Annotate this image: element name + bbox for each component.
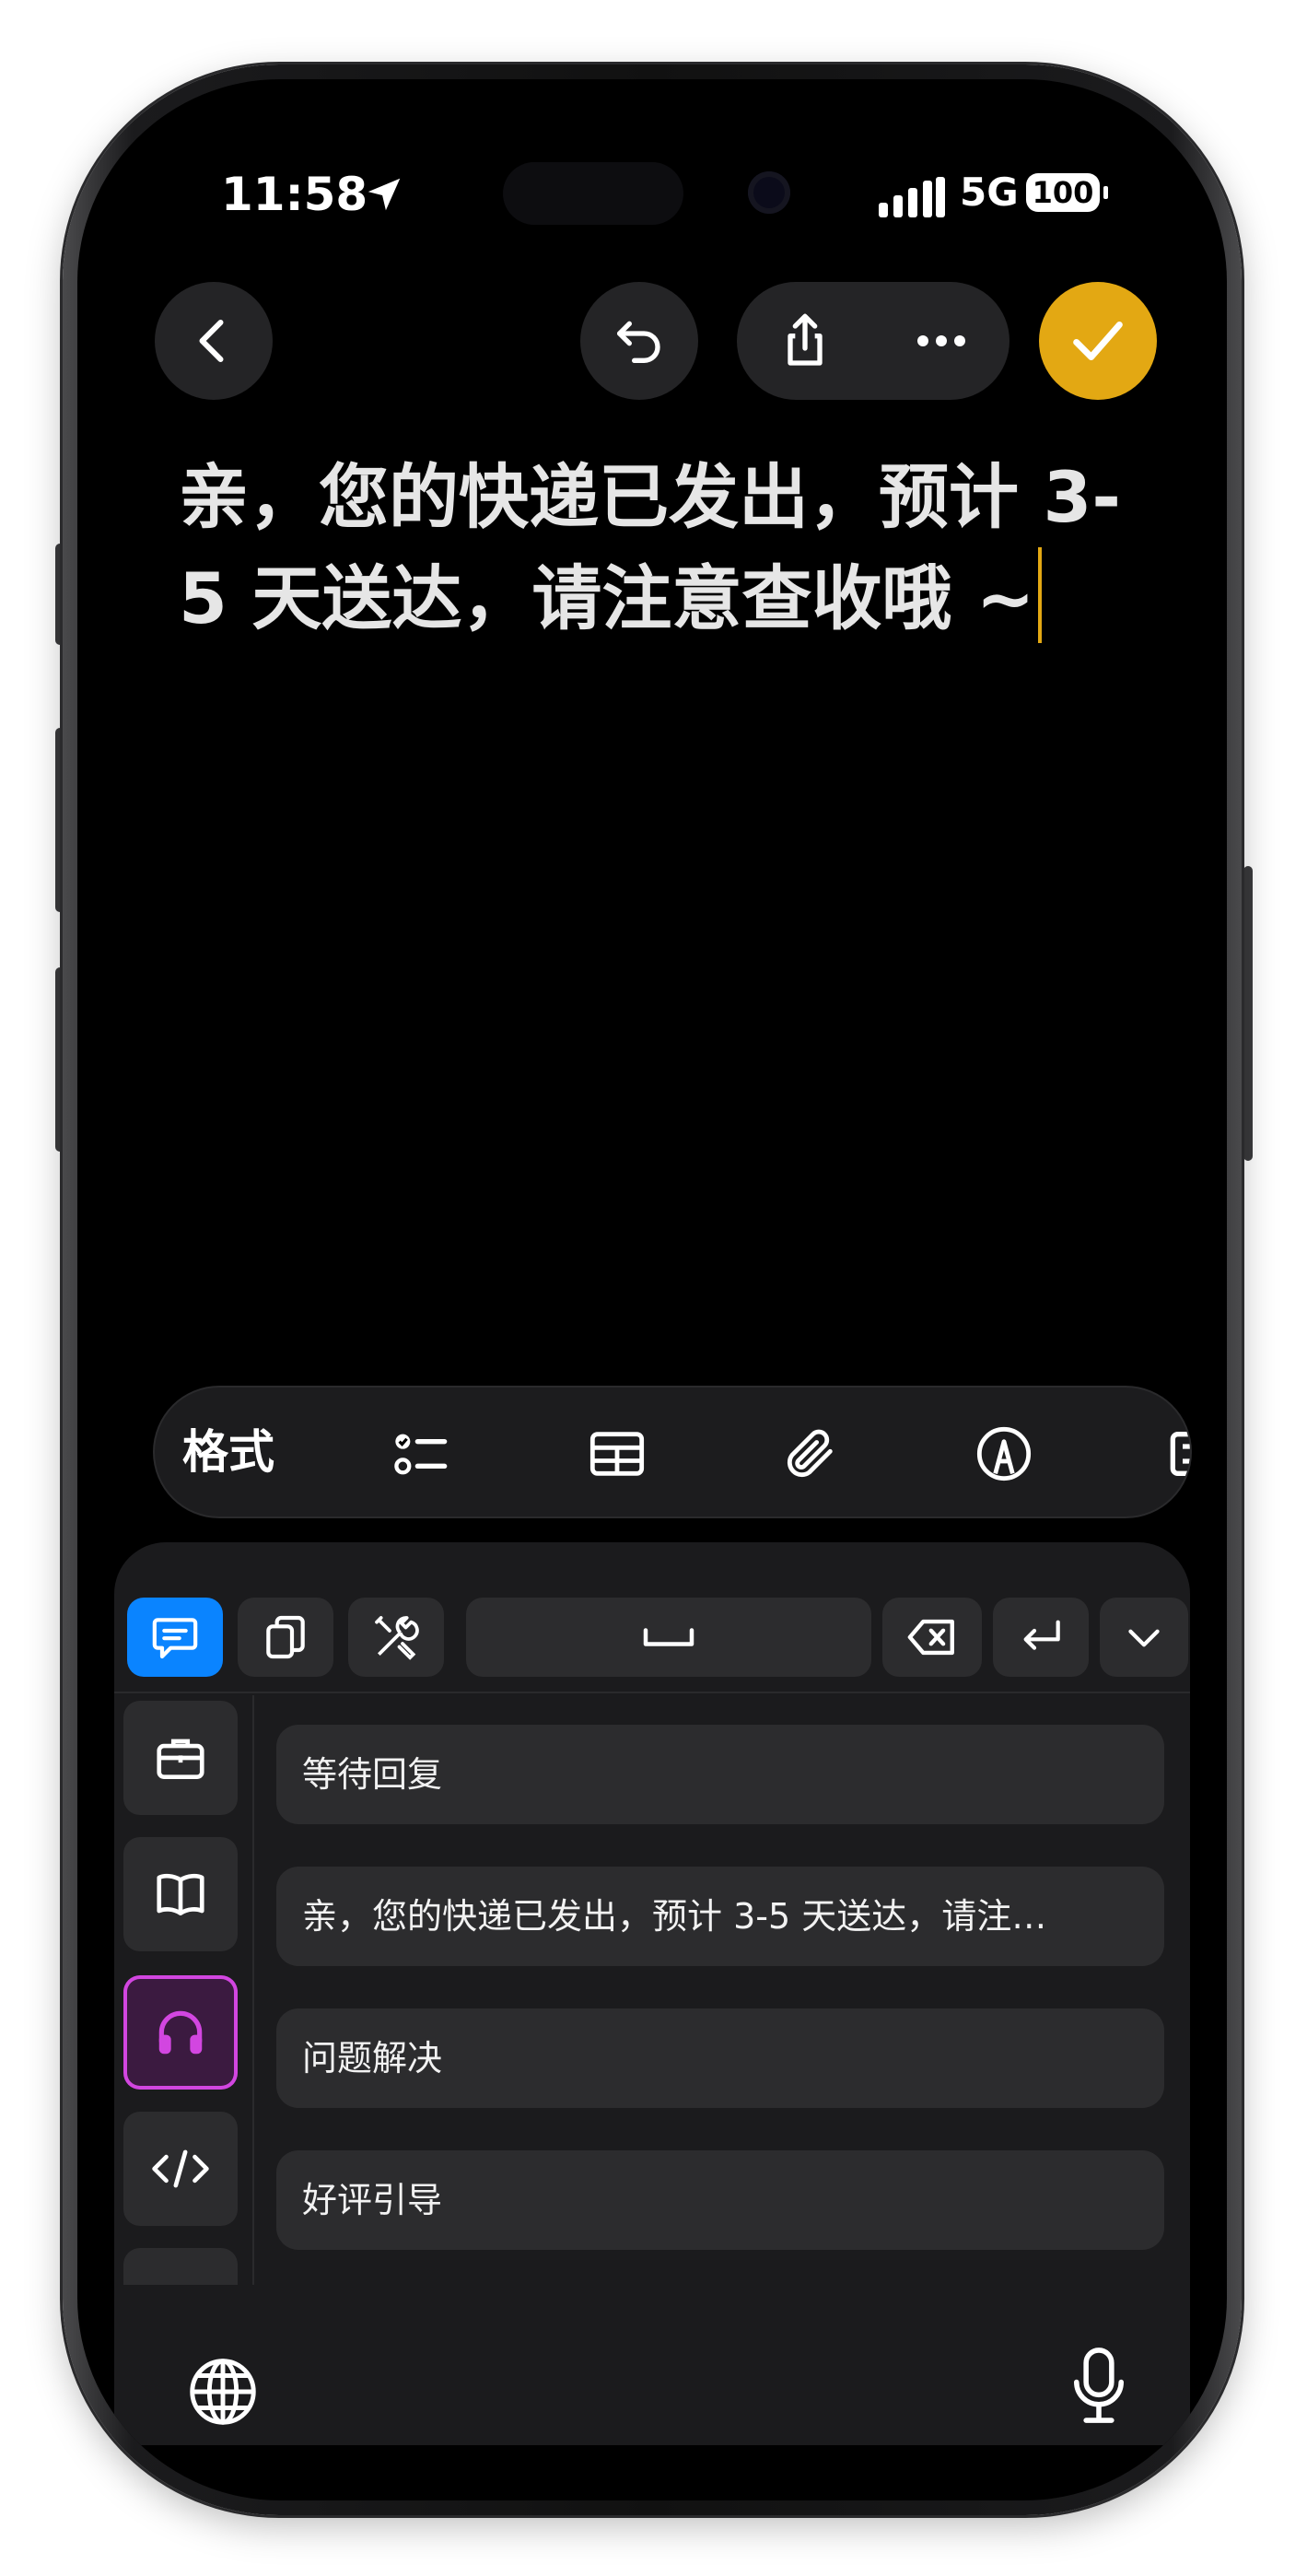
clipboard-tab[interactable] [238,1598,333,1677]
battery-indicator: 100 [1026,173,1100,212]
microphone-icon[interactable] [1067,2344,1131,2427]
code-icon [152,2149,209,2188]
category-more[interactable] [123,2248,238,2285]
category-briefcase[interactable] [123,1701,238,1815]
battery-tip [1103,186,1108,199]
share-more-group [737,282,1009,400]
chevron-left-icon [199,320,224,362]
screen: 11:58 5G 100 亲，您的快递已发出，预计 3-5 天送达，请注意查收哦… [77,79,1227,2500]
markup-pen-icon[interactable] [974,1424,1033,1483]
checkmark-icon [1073,322,1123,360]
text-cursor [1038,547,1043,643]
format-button[interactable]: 格式 [182,1388,274,1516]
format-toolbar: 格式 [155,1388,1190,1516]
note-editor[interactable]: 亲，您的快递已发出，预计 3-5 天送达，请注意查收哦 ~ [179,448,1137,649]
done-button[interactable] [1039,282,1157,400]
space-icon [643,1628,694,1646]
share-icon [788,313,823,366]
phrase-item[interactable]: 好评引导 [276,2150,1164,2250]
tools-icon [375,1616,419,1660]
paperclip-icon[interactable] [781,1424,840,1483]
ellipsis-icon [917,335,965,346]
dismiss-keyboard-button[interactable] [1100,1598,1188,1677]
location-arrow-icon [368,178,401,211]
more-button[interactable] [873,282,1009,400]
return-key[interactable] [993,1598,1089,1677]
cellular-signal-icon [879,177,945,217]
headphones-icon [158,2010,203,2055]
globe-icon[interactable] [184,2353,262,2430]
briefcase-icon [157,1739,204,1779]
return-icon [1023,1620,1060,1650]
category-code[interactable] [123,2112,238,2226]
front-camera [748,171,790,214]
undo-icon [617,321,660,363]
network-type: 5G [960,170,1019,215]
category-book[interactable] [123,1837,238,1951]
category-headphones[interactable] [123,1975,238,2090]
table-icon[interactable] [588,1424,647,1483]
checklist-icon[interactable] [391,1424,449,1483]
phrase-item[interactable]: 等待回复 [276,1725,1164,1824]
undo-button[interactable] [580,282,698,400]
more-tools-icon[interactable] [1168,1424,1190,1483]
share-button[interactable] [737,282,873,400]
status-time: 11:58 [221,168,368,221]
phrase-item[interactable]: 亲，您的快递已发出，预计 3-5 天送达，请注… [276,1867,1164,1966]
dynamic-island [503,162,683,225]
note-text: 亲，您的快递已发出，预计 3-5 天送达，请注意查收哦 ~ [179,456,1121,639]
book-icon [157,1873,204,1915]
message-icon [152,1618,198,1659]
clipboard-icon [266,1615,305,1659]
space-key[interactable] [466,1598,871,1677]
power-button[interactable] [1243,866,1253,1161]
custom-keyboard: 等待回复 亲，您的快递已发出，预计 3-5 天送达，请注… 问题解决 好评引导 [114,1542,1190,2445]
phrases-tab[interactable] [127,1598,223,1677]
keyboard-divider [114,1692,1190,1693]
delete-key[interactable] [882,1598,982,1677]
chevron-down-icon [1128,1629,1160,1647]
tools-tab[interactable] [348,1598,444,1677]
sidebar-separator [252,1695,254,2285]
delete-icon [907,1619,954,1656]
back-button[interactable] [155,282,273,400]
phrase-item[interactable]: 问题解决 [276,2008,1164,2108]
